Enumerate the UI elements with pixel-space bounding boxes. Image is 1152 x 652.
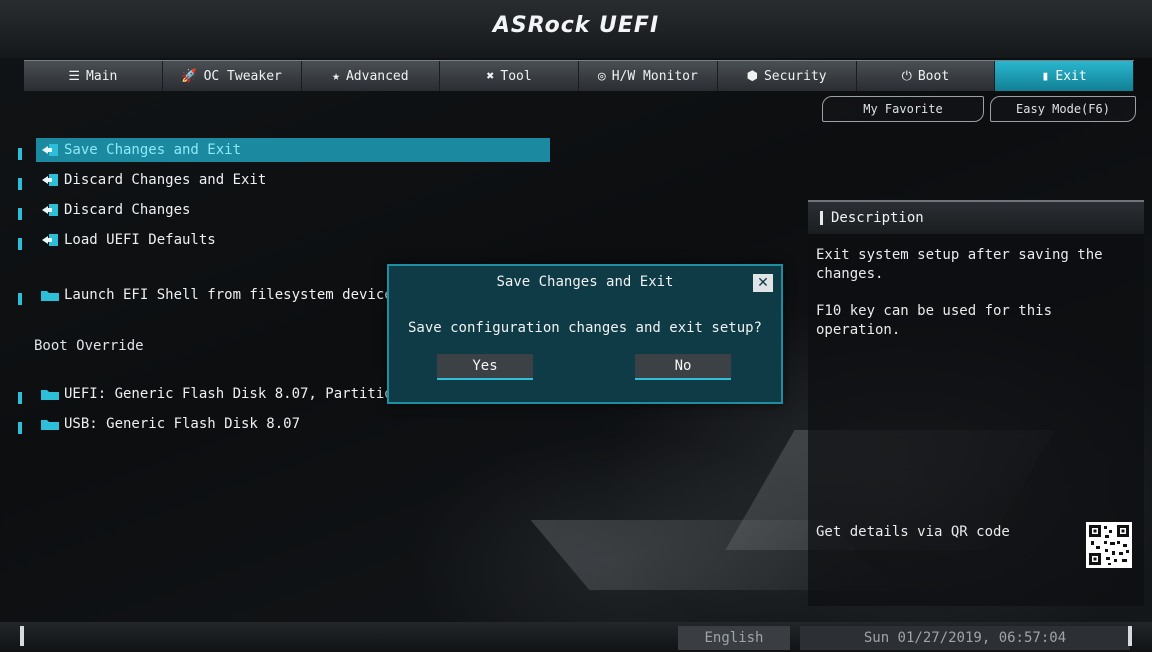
header-bar-icon — [820, 211, 823, 225]
menu-item-label: Load UEFI Defaults — [64, 232, 216, 248]
tab-label: Tool — [500, 68, 532, 84]
menu-item-discard-changes[interactable]: Discard Changes — [36, 198, 550, 222]
item-bullet — [18, 208, 22, 220]
rocket-icon: 🚀 — [181, 68, 198, 84]
menu-item-label: USB: Generic Flash Disk 8.07 — [64, 416, 301, 432]
exit-door-icon — [42, 144, 58, 156]
item-bullet — [18, 178, 22, 190]
tab-tool[interactable]: ✖ Tool — [440, 61, 579, 91]
menu-item-label: UEFI: Generic Flash Disk 8.07, Partition… — [64, 386, 419, 402]
tab-label: H/W Monitor — [611, 68, 698, 84]
tab-advanced[interactable]: ★ Advanced — [302, 61, 441, 91]
description-text: Exit system setup after saving the chang… — [816, 246, 1134, 358]
folder-icon — [41, 420, 59, 430]
tab-oc-tweaker[interactable]: 🚀 OC Tweaker — [163, 61, 302, 91]
tab-exit[interactable]: ▮ Exit — [995, 61, 1134, 91]
description-header: Description — [808, 202, 1144, 234]
description-line: Exit system setup after saving the chang… — [816, 247, 1103, 282]
language-selector[interactable]: English — [678, 626, 790, 650]
menu-item-save-changes-and-exit[interactable]: Save Changes and Exit — [36, 138, 550, 162]
datetime-display: Sun 01/27/2019, 06:57:04 — [800, 626, 1130, 650]
folder-icon — [41, 291, 59, 301]
tab-hw-monitor[interactable]: ◎ H/W Monitor — [579, 61, 718, 91]
header-bar: ASRock UEFI — [0, 0, 1152, 58]
menu-item-label: Save Changes and Exit — [64, 142, 242, 158]
power-icon: ⏻ — [901, 68, 912, 84]
exit-icon: ▮ — [1041, 68, 1050, 84]
item-bullet — [18, 392, 22, 404]
tab-label: Security — [763, 68, 827, 84]
footer-edge-left — [20, 626, 24, 646]
item-bullet — [18, 238, 22, 250]
menu-item-label: Discard Changes and Exit — [64, 172, 267, 188]
tab-main[interactable]: ☰ Main — [24, 61, 163, 91]
yes-button[interactable]: Yes — [437, 354, 533, 380]
folder-icon — [41, 390, 59, 400]
tab-boot[interactable]: ⏻ Boot — [857, 61, 996, 91]
dialog-message: Save configuration changes and exit setu… — [407, 320, 762, 336]
shield-icon: ⬢ — [746, 68, 758, 84]
footer-edge-right — [1128, 626, 1132, 646]
menu-item-load-uefi-defaults[interactable]: Load UEFI Defaults — [36, 228, 550, 252]
boot-override-heading: Boot Override — [34, 338, 144, 354]
menu-item-discard-changes-and-exit[interactable]: Discard Changes and Exit — [36, 168, 550, 192]
exit-door-icon — [42, 234, 58, 246]
tab-security[interactable]: ⬢ Security — [718, 61, 857, 91]
item-bullet — [18, 293, 22, 305]
no-button[interactable]: No — [635, 354, 731, 380]
dialog-title: Save Changes and Exit — [496, 274, 674, 290]
save-exit-dialog: Save Changes and Exit ✕ Save configurati… — [387, 264, 783, 404]
tab-label: OC Tweaker — [203, 68, 282, 84]
qr-code-icon — [1086, 522, 1132, 568]
description-title: Description — [831, 210, 924, 226]
close-icon[interactable]: ✕ — [753, 274, 773, 292]
app-logo: ASRock UEFI — [492, 13, 660, 38]
list-icon: ☰ — [68, 68, 81, 84]
boot-item-usb-flash-disk[interactable]: USB: Generic Flash Disk 8.07 — [36, 412, 550, 436]
star-icon: ★ — [332, 68, 340, 84]
my-favorite-button[interactable]: My Favorite — [822, 96, 984, 122]
item-bullet — [18, 148, 22, 160]
item-bullet — [18, 422, 22, 434]
tool-icon: ✖ — [486, 68, 495, 84]
tab-label: Advanced — [345, 68, 409, 84]
tab-label: Exit — [1055, 68, 1087, 84]
exit-door-icon — [42, 174, 58, 186]
description-panel: Description Exit system setup after savi… — [808, 200, 1144, 606]
tab-label: Main — [86, 68, 118, 84]
description-line: F10 key can be used for this operation. — [816, 303, 1053, 338]
qr-label: Get details via QR code — [816, 524, 1010, 540]
monitor-icon: ◎ — [597, 68, 606, 84]
tab-label: Boot — [917, 68, 950, 84]
menu-item-label: Launch EFI Shell from filesystem device — [64, 287, 393, 303]
menu-item-label: Discard Changes — [64, 202, 191, 218]
main-tabs: ☰ Main 🚀 OC Tweaker ★ Advanced ✖ Tool ◎ H/W M… — [24, 60, 1134, 91]
exit-door-icon — [42, 204, 58, 216]
easy-mode-button[interactable]: Easy Mode(F6) — [990, 96, 1136, 122]
